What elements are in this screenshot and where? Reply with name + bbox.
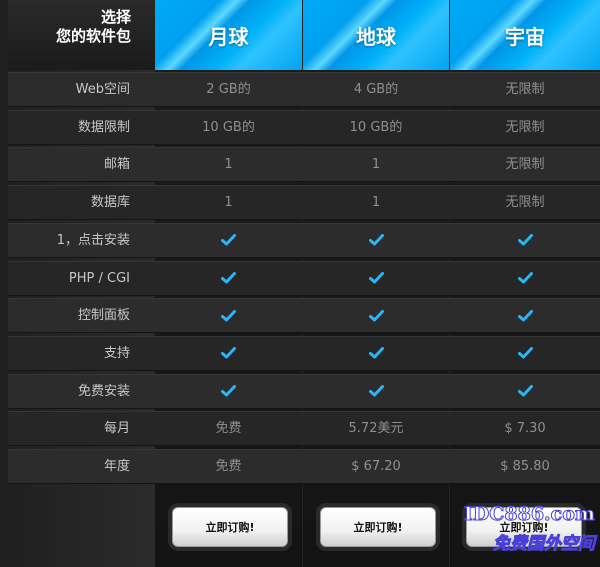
order-now-button[interactable]: 立即订购! (172, 507, 288, 547)
check-icon (155, 299, 302, 332)
check-icon (450, 224, 600, 257)
check-icon (155, 262, 302, 295)
table-cell: 2 GB的 (206, 82, 251, 97)
row-label: 1，点击安装 (56, 232, 130, 248)
table-cell: 无限制 (505, 119, 545, 135)
row-label: 支持 (103, 345, 130, 361)
row-label: 数据限制 (77, 119, 130, 135)
table-cell: 1 (371, 157, 381, 173)
table-cell: 无限制 (505, 195, 545, 211)
table-cell: $ 7.30 (504, 421, 546, 437)
order-now-button[interactable]: 立即订购! (320, 507, 436, 547)
watermark: IDC886.com 免费国外空间 (455, 503, 595, 559)
plan-name: 月球 (208, 24, 249, 49)
plan-header-earth: 地球 (303, 0, 449, 70)
table-row: PHP / CGI (8, 260, 600, 296)
table-row: 控制面板 (8, 298, 600, 334)
table-cell: 无限制 (505, 82, 545, 97)
table-cell: 5.72美元 (348, 421, 404, 437)
row-label: 免费安装 (77, 383, 130, 399)
table-cell: $ 85.80 (500, 459, 550, 474)
table-cell: $ 67.20 (351, 459, 401, 474)
plan-header-universe: 宇宙 (450, 0, 600, 70)
package-title-line2: 您的软件包 (55, 27, 131, 45)
table-row: Web空间 2 GB的 4 GB的 无限制 (8, 72, 600, 107)
table-cell: 无限制 (505, 157, 545, 173)
check-icon (450, 262, 600, 295)
row-label: 邮箱 (103, 157, 130, 173)
check-icon (450, 375, 600, 408)
package-title-line1: 选择 (100, 8, 131, 26)
table-row: 1，点击安装 (8, 222, 600, 258)
check-icon (303, 262, 449, 295)
plan-name: 地球 (356, 24, 396, 49)
row-label: 年度 (103, 459, 130, 474)
row-label: Web空间 (75, 82, 130, 97)
check-icon (303, 337, 449, 370)
table-row: 免费安装 (8, 373, 600, 409)
table-cell: 1 (371, 195, 381, 211)
check-icon (303, 375, 449, 408)
check-icon (303, 299, 449, 332)
table-row: 数据限制 10 GB的 10 GB的 无限制 (8, 109, 600, 145)
table-row: 数据库 1 1 无限制 (8, 185, 600, 221)
check-icon (303, 224, 449, 257)
table-row: 支持 (8, 335, 600, 371)
plan-header-moon: 月球 (155, 0, 302, 70)
watermark-line1: IDC886.com (463, 503, 595, 526)
table-cell: 1 (224, 195, 233, 211)
row-label: 数据库 (90, 195, 130, 211)
package-title: 选择 您的软件包 (8, 0, 155, 70)
table-cell: 免费 (215, 459, 242, 474)
table-cell: 4 GB的 (353, 82, 399, 97)
table-row: 邮箱 1 1 无限制 (8, 147, 600, 183)
check-icon (155, 224, 302, 257)
table-cell: 免费 (215, 421, 242, 437)
row-label: 控制面板 (77, 308, 130, 324)
table-cell: 10 GB的 (349, 119, 403, 135)
check-icon (155, 375, 302, 408)
table-row: 每月 免费 5.72美元 $ 7.30 (8, 411, 600, 447)
plan-name: 宇宙 (505, 24, 545, 49)
check-icon (155, 337, 302, 370)
check-icon (450, 299, 600, 332)
table-cell: 10 GB的 (202, 119, 255, 135)
row-label: 每月 (103, 421, 130, 437)
table-row: 年度 免费 $ 67.20 $ 85.80 (8, 449, 600, 484)
watermark-line2: 免费国外空间 (493, 534, 596, 555)
row-label: PHP / CGI (68, 270, 130, 286)
table-cell: 1 (224, 157, 233, 173)
check-icon (450, 337, 600, 370)
